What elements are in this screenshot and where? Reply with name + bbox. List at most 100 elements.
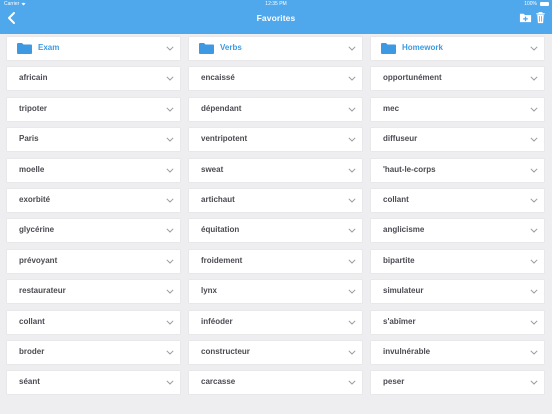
favorites-grid: Exam Verbs Homework africain encaissé opportu… bbox=[7, 37, 544, 395]
word-label: encaissé bbox=[201, 73, 235, 83]
folder-item[interactable]: Homework bbox=[371, 37, 544, 60]
chevron-down-icon bbox=[348, 350, 356, 355]
chevron-down-icon bbox=[348, 137, 356, 142]
chevron-down-icon bbox=[530, 198, 538, 203]
word-item[interactable]: 'haut-le-corps bbox=[371, 158, 544, 182]
word-label: simulateur bbox=[383, 286, 424, 296]
word-item[interactable]: Paris bbox=[7, 128, 180, 152]
word-label: prévoyant bbox=[19, 255, 58, 265]
word-item[interactable]: simulateur bbox=[371, 280, 544, 304]
word-label: inféoder bbox=[201, 316, 233, 326]
word-item[interactable]: séant bbox=[7, 371, 180, 395]
chevron-down-icon bbox=[530, 46, 538, 51]
chevron-down-icon bbox=[166, 380, 174, 386]
word-item[interactable]: s'abîmer bbox=[371, 310, 544, 334]
chevron-down-icon bbox=[348, 319, 356, 325]
word-item[interactable]: broder bbox=[7, 340, 180, 364]
word-item[interactable]: invulnérable bbox=[371, 340, 544, 364]
word-label: froidement bbox=[201, 255, 243, 265]
word-item[interactable]: tripoter bbox=[7, 97, 180, 121]
word-label: anglicisme bbox=[383, 225, 425, 235]
word-item[interactable]: diffuseur bbox=[371, 128, 544, 152]
chevron-down-icon bbox=[530, 350, 538, 355]
chevron-down-icon bbox=[530, 319, 538, 325]
chevron-down-icon bbox=[530, 168, 538, 173]
word-item[interactable]: lynx bbox=[189, 280, 362, 304]
page-title: Favorites bbox=[256, 13, 296, 23]
chevron-down-icon bbox=[166, 168, 174, 173]
word-item[interactable]: constructeur bbox=[189, 340, 362, 364]
word-item[interactable]: glycérine bbox=[7, 219, 180, 243]
word-label: Paris bbox=[19, 134, 39, 144]
chevron-down-icon bbox=[166, 76, 174, 82]
word-item[interactable]: collant bbox=[7, 310, 180, 334]
word-item[interactable]: sweat bbox=[189, 158, 362, 182]
word-item[interactable]: opportunément bbox=[371, 67, 544, 91]
chevron-down-icon bbox=[166, 107, 174, 112]
word-label: collant bbox=[383, 194, 409, 204]
word-label: sweat bbox=[201, 164, 224, 174]
word-item[interactable]: équitation bbox=[189, 219, 362, 243]
chevron-down-icon bbox=[348, 228, 356, 234]
chevron-down-icon bbox=[348, 380, 356, 386]
chevron-down-icon bbox=[166, 228, 174, 234]
folder-label: Homework bbox=[402, 43, 443, 52]
word-item[interactable]: restaurateur bbox=[7, 280, 180, 304]
word-label: s'abîmer bbox=[383, 316, 416, 326]
word-item[interactable]: dépendant bbox=[189, 97, 362, 121]
chevron-down-icon bbox=[166, 137, 174, 142]
word-label: diffuseur bbox=[383, 134, 418, 144]
folder-icon bbox=[199, 43, 214, 54]
word-item[interactable]: ventripotent bbox=[189, 128, 362, 152]
battery-icon bbox=[540, 2, 549, 6]
word-label: glycérine bbox=[19, 225, 55, 235]
chevron-down-icon bbox=[166, 259, 174, 264]
folder-item[interactable]: Exam bbox=[7, 37, 180, 60]
folder-plus-icon[interactable] bbox=[519, 11, 532, 24]
word-item[interactable]: peser bbox=[371, 371, 544, 395]
chevron-down-icon bbox=[348, 76, 356, 82]
word-label: dépendant bbox=[201, 103, 242, 113]
word-item[interactable]: africain bbox=[7, 67, 180, 91]
chevron-down-icon bbox=[530, 228, 538, 234]
folder-label: Verbs bbox=[220, 43, 242, 52]
word-item[interactable]: inféoder bbox=[189, 310, 362, 334]
word-label: lynx bbox=[201, 286, 218, 296]
word-item[interactable]: bipartite bbox=[371, 249, 544, 273]
word-label: collant bbox=[19, 316, 45, 326]
chevron-down-icon bbox=[348, 46, 356, 51]
battery-percent: 100% bbox=[524, 1, 537, 7]
word-item[interactable]: prévoyant bbox=[7, 249, 180, 273]
word-item[interactable]: artichaut bbox=[189, 188, 362, 212]
word-item[interactable]: froidement bbox=[189, 249, 362, 273]
word-label: mec bbox=[383, 103, 400, 113]
chevron-down-icon bbox=[348, 198, 356, 203]
chevron-down-icon bbox=[530, 380, 538, 386]
word-item[interactable]: exorbité bbox=[7, 188, 180, 212]
chevron-down-icon bbox=[166, 46, 174, 51]
word-label: 'haut-le-corps bbox=[383, 164, 436, 174]
word-item[interactable]: collant bbox=[371, 188, 544, 212]
chevron-down-icon bbox=[348, 168, 356, 173]
word-label: tripoter bbox=[19, 103, 47, 113]
word-label: broder bbox=[19, 346, 45, 356]
status-time: 12:35 PM bbox=[265, 1, 287, 7]
folder-icon bbox=[381, 43, 396, 54]
word-item[interactable]: mec bbox=[371, 97, 544, 121]
word-label: exorbité bbox=[19, 194, 51, 204]
word-item[interactable]: anglicisme bbox=[371, 219, 544, 243]
chevron-down-icon bbox=[530, 76, 538, 82]
folder-item[interactable]: Verbs bbox=[189, 37, 362, 60]
word-label: constructeur bbox=[201, 346, 250, 356]
chevron-down-icon bbox=[530, 137, 538, 142]
trash-icon[interactable] bbox=[534, 11, 547, 24]
word-label: restaurateur bbox=[19, 286, 66, 296]
word-label: bipartite bbox=[383, 255, 415, 265]
status-bar: Carrier 12:35 PM 100% bbox=[0, 0, 552, 9]
word-item[interactable]: moelle bbox=[7, 158, 180, 182]
word-label: peser bbox=[383, 377, 405, 387]
word-label: carcasse bbox=[201, 377, 236, 387]
word-item[interactable]: encaissé bbox=[189, 67, 362, 91]
word-item[interactable]: carcasse bbox=[189, 371, 362, 395]
word-label: invulnérable bbox=[383, 346, 431, 356]
